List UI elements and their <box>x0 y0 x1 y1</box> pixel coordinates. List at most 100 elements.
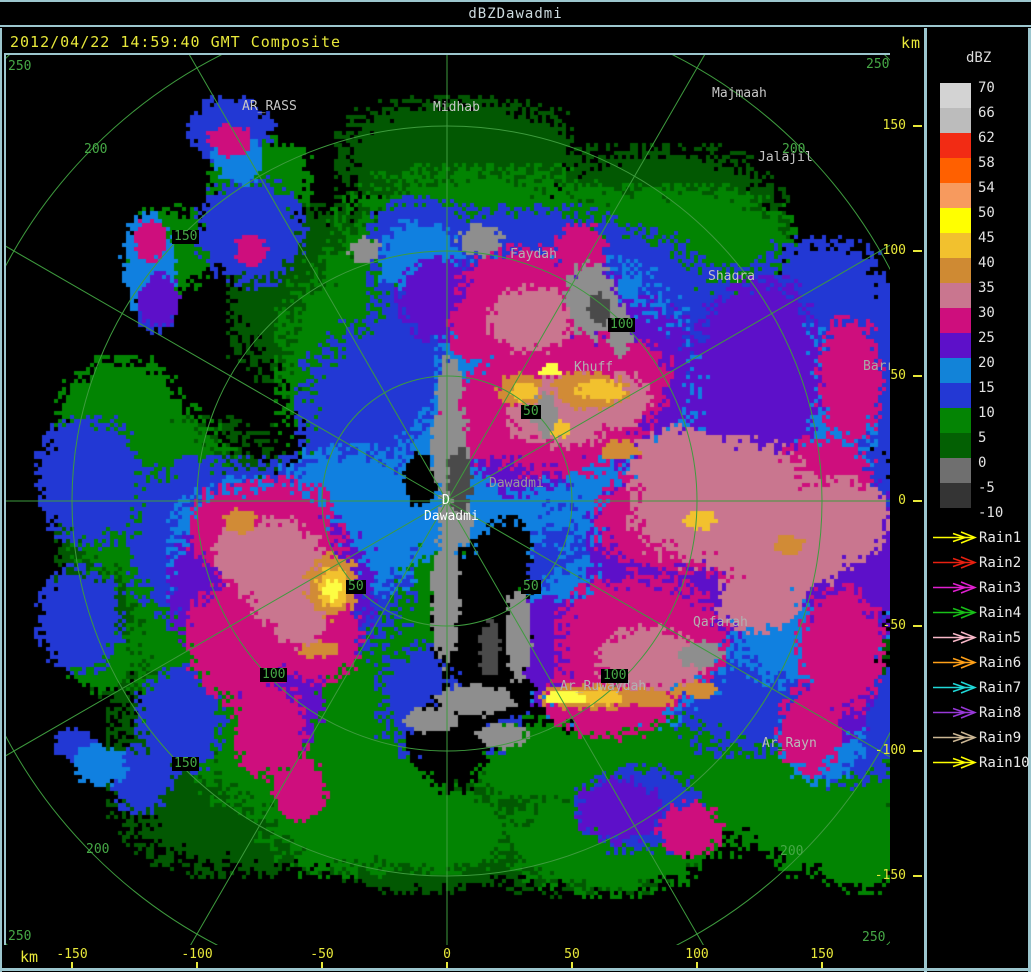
bottom-axis-tick-label: -150 <box>42 948 102 962</box>
rain-arrow-icon <box>933 556 977 569</box>
place-label: Ar_Rayn <box>762 737 817 751</box>
colorbar-value-label: 30 <box>978 306 995 321</box>
colorbar-band <box>940 483 971 508</box>
bottom-axis-tick <box>821 962 823 968</box>
right-axis-tick-label: -50 <box>862 619 906 633</box>
colorbar-band <box>940 83 971 108</box>
radial-line <box>447 188 890 502</box>
colorbar-value-label: 0 <box>978 456 986 471</box>
colorbar-title: dBZ <box>966 50 991 66</box>
rain-legend-label: Rain9 <box>979 731 1021 745</box>
radar-site-label: Dawadmi <box>424 510 479 524</box>
right-axis-tick-label: 0 <box>862 494 906 508</box>
range-ring-label: 100 <box>260 668 287 682</box>
place-label: Khuff <box>574 361 613 375</box>
bottom-axis-tick-label: 50 <box>542 948 602 962</box>
place-label: Majmaah <box>712 87 767 101</box>
colorbar-value-label: 35 <box>978 281 995 296</box>
bottom-axis-tick <box>196 962 198 968</box>
colorbar-band <box>940 458 971 483</box>
right-axis-tick-label: 150 <box>862 119 906 133</box>
right-axis-tick <box>913 500 922 502</box>
range-ring-label: 250 <box>866 58 889 72</box>
colorbar-band <box>940 183 971 208</box>
radial-line <box>134 55 448 501</box>
place-label: Midhab <box>433 101 480 115</box>
place-label: AR_RASS <box>242 100 297 114</box>
colorbar-value-label: 50 <box>978 206 995 221</box>
range-ring-label: 200 <box>780 845 803 859</box>
colorbar-band <box>940 358 971 383</box>
radial-line <box>447 501 890 815</box>
bottom-axis-tick-label: 0 <box>417 948 477 962</box>
colorbar-value-label: 10 <box>978 406 995 421</box>
titlebar-top-border <box>0 0 1031 2</box>
km-unit-top-right: km <box>901 34 921 52</box>
right-axis-tick <box>913 750 922 752</box>
rain-arrow-icon <box>933 731 977 744</box>
range-ring-label: 250 <box>8 60 31 74</box>
right-axis-tick <box>913 625 922 627</box>
rain-arrow-icon <box>933 706 977 719</box>
bottom-axis-tick <box>71 962 73 968</box>
radar-site-marker: D <box>442 494 450 508</box>
colorbar-value-label: 5 <box>978 431 986 446</box>
rain-legend-label: Rain2 <box>979 556 1021 570</box>
colorbar-value-label: -5 <box>978 481 995 496</box>
colorbar-band <box>940 433 971 458</box>
right-axis-tick <box>913 375 922 377</box>
rain-arrow-icon <box>933 606 977 619</box>
radar-app-window: { "title_bar": { "title": "dBZDawadmi" }… <box>0 0 1031 972</box>
place-label: Dawadmi <box>489 477 544 491</box>
window-title-bar[interactable]: dBZDawadmi <box>0 0 1031 28</box>
colorbar-band <box>940 308 971 333</box>
rain-legend-label: Rain8 <box>979 706 1021 720</box>
rain-arrow-icon <box>933 656 977 669</box>
rain-legend-label: Rain10 <box>979 756 1030 770</box>
rain-legend-label: Rain6 <box>979 656 1021 670</box>
window-left-border <box>0 28 2 972</box>
colorbar-value-label: 54 <box>978 181 995 196</box>
colorbar-value-label: 45 <box>978 231 995 246</box>
range-ring-label: 200 <box>782 143 805 157</box>
colorbar-band <box>940 258 971 283</box>
colorbar-value-label: 40 <box>978 256 995 271</box>
radar-viewport[interactable]: AR_RASSMidhabMajmaahJalajilFaydahShaqraK… <box>6 55 890 945</box>
colorbar-band <box>940 283 971 308</box>
range-ring-label: 150 <box>172 230 199 244</box>
range-ring-label: 100 <box>601 669 628 683</box>
right-axis-tick-label: -150 <box>862 869 906 883</box>
bottom-axis-tick <box>446 962 448 968</box>
bottom-axis-tick <box>571 962 573 968</box>
colorbar-band <box>940 408 971 433</box>
right-axis-tick-label: -100 <box>862 744 906 758</box>
bottom-axis-tick-label: 150 <box>792 948 852 962</box>
colorbar-band <box>940 333 971 358</box>
rain-arrow-icon <box>933 581 977 594</box>
place-label: Barra <box>863 360 890 374</box>
colorbar-value-label: 58 <box>978 156 995 171</box>
range-ring-label: 50 <box>346 580 366 594</box>
colorbar-value-label: 66 <box>978 106 995 121</box>
radial-line <box>134 501 448 945</box>
timestamp-label: 2012/04/22 14:59:40 GMT Composite <box>10 33 341 51</box>
colorbar-min-label: -10 <box>978 506 1003 521</box>
colorbar-band <box>940 158 971 183</box>
bottom-axis-tick-label: -100 <box>167 948 227 962</box>
colorbar-band <box>940 233 971 258</box>
range-ring-label: 200 <box>86 843 109 857</box>
place-label: Shaqra <box>708 270 755 284</box>
bottom-axis-tick <box>321 962 323 968</box>
right-axis-tick <box>913 125 922 127</box>
range-ring-label: 100 <box>608 318 635 332</box>
range-ring-label: 200 <box>84 143 107 157</box>
bottom-axis-tick <box>696 962 698 968</box>
radial-line <box>6 188 447 502</box>
place-label: Faydah <box>510 248 557 262</box>
titlebar-bottom-border <box>0 25 1031 27</box>
colorbar-value-label: 15 <box>978 381 995 396</box>
colorbar-band <box>940 208 971 233</box>
range-ring-label: 250 <box>8 930 31 944</box>
colorbar-value-label: 25 <box>978 331 995 346</box>
bottom-axis-tick-label: -50 <box>292 948 352 962</box>
